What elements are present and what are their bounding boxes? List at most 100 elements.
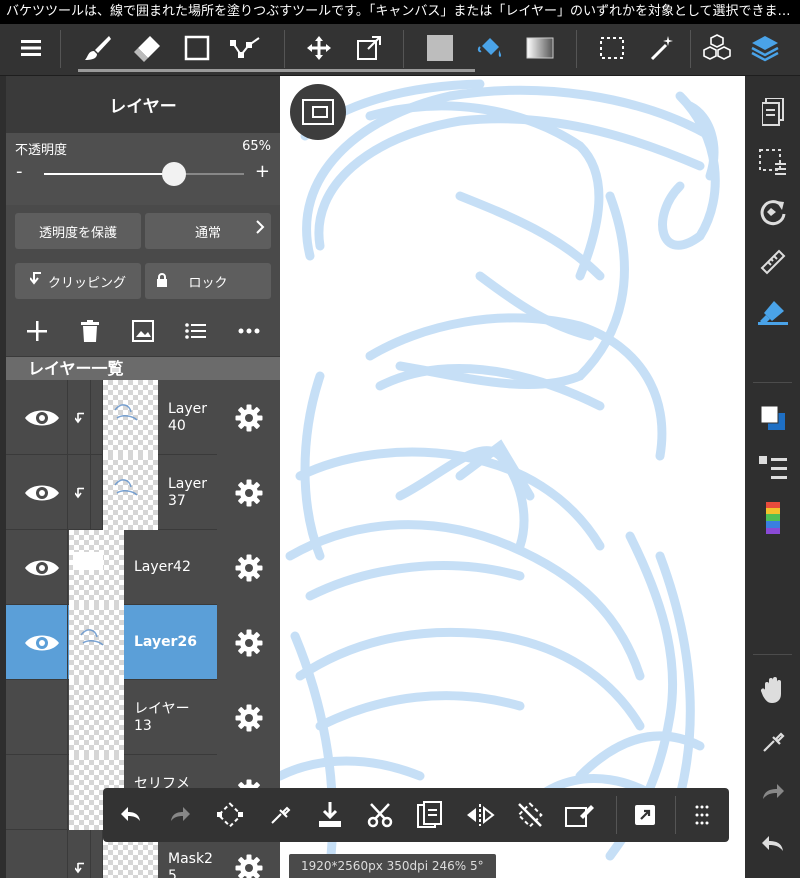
- layer-name: Layer42: [134, 559, 191, 575]
- layer-name: Layer26: [134, 634, 197, 650]
- page-manager-icon[interactable]: [745, 90, 800, 134]
- transform-select-icon[interactable]: [208, 793, 252, 837]
- eye-icon: [24, 410, 59, 425]
- gear-icon[interactable]: [217, 680, 280, 755]
- layers-icon[interactable]: [745, 24, 785, 72]
- add-layer-icon[interactable]: [17, 311, 57, 351]
- clear-layer-icon[interactable]: [558, 793, 602, 837]
- protect-alpha-label: 透明度を保護: [38, 225, 117, 241]
- layer-name: レイヤー13: [134, 700, 190, 734]
- clip-arrow-icon: [69, 455, 91, 530]
- eyedropper-icon[interactable]: [258, 793, 302, 837]
- layer-row[interactable]: レイヤー13: [6, 680, 280, 755]
- blend-mode-button[interactable]: 通常: [145, 213, 271, 249]
- layer-list-icon[interactable]: [176, 311, 216, 351]
- gradient-tool-icon[interactable]: [520, 24, 560, 72]
- visibility-toggle[interactable]: [16, 380, 68, 455]
- opacity-control: 不透明度 65% - +: [6, 133, 280, 205]
- chevron-right-icon: [255, 219, 265, 239]
- undo-icon[interactable]: [745, 822, 800, 866]
- hand-tool-icon[interactable]: [745, 668, 800, 712]
- move-tool-icon[interactable]: [299, 24, 339, 72]
- bucket-tool-icon[interactable]: [470, 24, 510, 72]
- opacity-plus-button[interactable]: +: [255, 163, 270, 181]
- visibility-toggle[interactable]: [16, 755, 68, 830]
- gear-icon[interactable]: [217, 380, 280, 455]
- layer-row[interactable]: Layer 40: [6, 380, 280, 455]
- opacity-slider[interactable]: [44, 162, 244, 186]
- eyedropper-icon[interactable]: [745, 720, 800, 764]
- opacity-minus-button[interactable]: -: [16, 163, 23, 181]
- right-sidebar: [745, 76, 800, 878]
- transform-tool-icon[interactable]: [349, 24, 389, 72]
- undo-icon[interactable]: [109, 793, 153, 837]
- gear-icon[interactable]: [217, 605, 280, 680]
- redo-icon[interactable]: [158, 793, 202, 837]
- ruler-icon[interactable]: [745, 240, 800, 284]
- color-swatch-icon[interactable]: [745, 396, 800, 440]
- material-icon[interactable]: [697, 24, 737, 72]
- lock-button[interactable]: ロック: [145, 263, 271, 299]
- clipping-label: クリッピング: [47, 275, 126, 291]
- visibility-toggle[interactable]: [16, 605, 68, 680]
- opacity-label: 不透明度: [15, 143, 68, 158]
- protect-alpha-button[interactable]: 透明度を保護: [15, 213, 141, 249]
- eye-icon: [24, 485, 59, 500]
- fill-tool-icon[interactable]: [420, 24, 460, 72]
- magic-wand-icon[interactable]: [642, 24, 682, 72]
- floating-toolbar: [103, 788, 729, 842]
- brush-settings-icon[interactable]: [745, 290, 800, 334]
- brush-list-icon[interactable]: [745, 446, 800, 490]
- opacity-value: 65%: [242, 139, 271, 154]
- rotate-canvas-icon[interactable]: [745, 190, 800, 234]
- layer-thumbnail: [69, 680, 124, 755]
- color-palette-icon[interactable]: [745, 496, 800, 540]
- blend-mode-label: 通常: [194, 225, 221, 241]
- deselect-icon[interactable]: [508, 793, 552, 837]
- image-import-icon[interactable]: [123, 311, 163, 351]
- visibility-toggle[interactable]: [16, 830, 68, 878]
- layer-thumbnail: [103, 455, 158, 530]
- visibility-toggle[interactable]: [16, 530, 68, 605]
- tool-tip-banner: バケツツールは、線で囲まれた場所を塗りつぶすツールです。「キャンバス」または「レ…: [0, 0, 800, 24]
- copy-icon[interactable]: [408, 793, 452, 837]
- shape-tool-icon[interactable]: [177, 24, 217, 72]
- clipping-button[interactable]: クリッピング: [15, 263, 141, 299]
- more-grid-icon[interactable]: [680, 793, 724, 837]
- selection-layer-icon[interactable]: [745, 140, 800, 184]
- redo-icon[interactable]: [745, 770, 800, 814]
- layer-thumbnail: [69, 605, 124, 680]
- lock-label: ロック: [188, 275, 228, 291]
- visibility-toggle[interactable]: [16, 680, 68, 755]
- layer-panel: レイヤー 不透明度 65% - + 透明度を保護 通常 クリッピング ロック レ…: [6, 76, 280, 878]
- gear-icon[interactable]: [217, 530, 280, 605]
- top-toolbar: [0, 24, 800, 76]
- download-icon[interactable]: [308, 793, 352, 837]
- trash-icon[interactable]: [70, 311, 110, 351]
- navigator-button[interactable]: [290, 84, 346, 140]
- layer-actions: [6, 305, 280, 356]
- drawing-canvas[interactable]: [280, 76, 745, 878]
- more-options-icon[interactable]: [229, 311, 269, 351]
- layer-list-header: レイヤー一覧: [6, 356, 280, 380]
- eraser-tool-icon[interactable]: [127, 24, 167, 72]
- brush-tool-icon[interactable]: [77, 24, 117, 72]
- layer-row[interactable]: Layer26: [6, 605, 280, 680]
- layer-row[interactable]: Layer 37: [6, 455, 280, 530]
- opacity-slider-handle[interactable]: [162, 162, 186, 186]
- menu-icon[interactable]: [11, 24, 51, 72]
- open-external-icon[interactable]: [623, 793, 667, 837]
- visibility-toggle[interactable]: [16, 455, 68, 530]
- sketch-strokes: [280, 79, 720, 871]
- layer-row[interactable]: Layer42: [6, 530, 280, 605]
- scissors-icon[interactable]: [358, 793, 402, 837]
- edit-vertex-icon[interactable]: [227, 24, 267, 72]
- gear-icon[interactable]: [217, 455, 280, 530]
- clip-arrow-icon: [69, 830, 91, 878]
- lock-icon: [156, 273, 168, 291]
- canvas-status: 1920*2560px 350dpi 246% 5°: [289, 854, 496, 878]
- layer-thumbnail: [69, 530, 124, 605]
- select-tool-icon[interactable]: [592, 24, 632, 72]
- panel-title: レイヤー: [6, 76, 280, 133]
- flip-horizontal-icon[interactable]: [458, 793, 502, 837]
